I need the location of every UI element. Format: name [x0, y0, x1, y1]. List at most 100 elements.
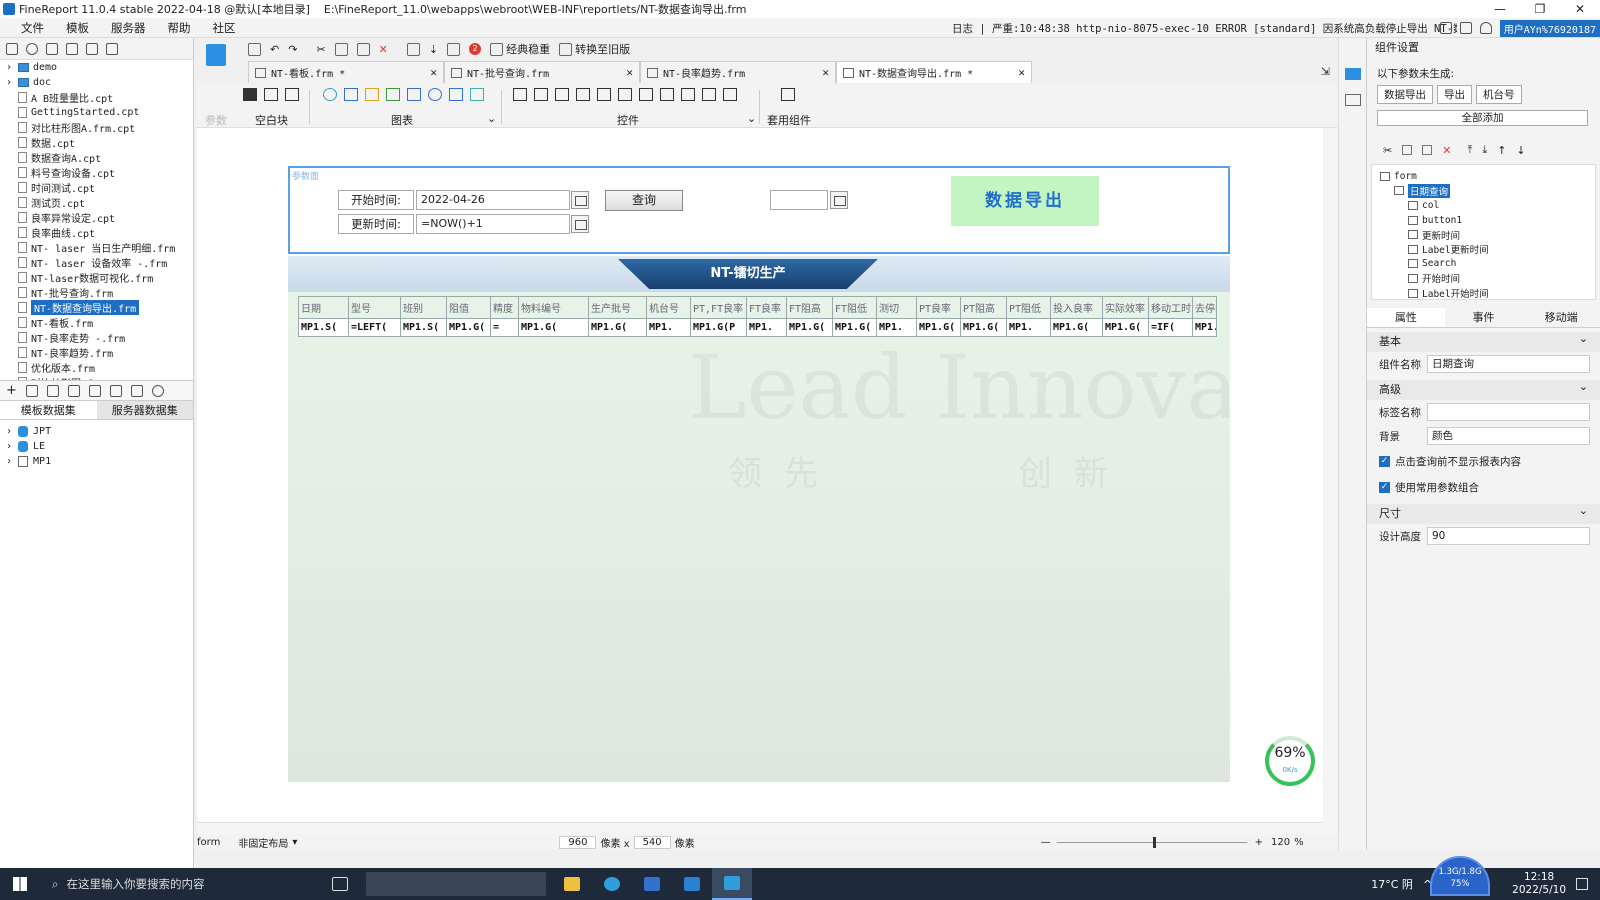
convert-old-button[interactable]: 转换至旧版 [559, 41, 630, 57]
tab-block-icon[interactable] [264, 88, 278, 101]
pie-chart-icon[interactable] [323, 88, 337, 101]
report-block[interactable]: Lead Innovation 领 先 创 新 NT-镭切生产 日期型号班别阻值… [288, 256, 1230, 782]
mail-app[interactable] [672, 868, 712, 900]
move-top-icon[interactable]: ⤒ [1467, 143, 1472, 157]
update-time-label[interactable]: 更新时间: [338, 214, 414, 234]
layout-select[interactable]: 非固定布局 [238, 835, 288, 850]
tree-node[interactable]: form [1372, 169, 1595, 184]
preview-icon[interactable] [447, 42, 461, 56]
formula-cell[interactable]: MP1.G( [1102, 318, 1149, 337]
calendar-icon[interactable] [571, 215, 589, 233]
formula-cell[interactable]: MP1.G( [446, 318, 491, 337]
dataset-item[interactable]: › LE [0, 439, 193, 454]
header-cell[interactable]: FT良率 [746, 296, 787, 319]
cut-icon[interactable]: ✂ [1383, 144, 1392, 157]
textarea-icon[interactable] [660, 88, 674, 101]
menu-community[interactable]: 社区 [202, 20, 247, 36]
file-item[interactable]: NT- laser 当日生产明细.frm [0, 240, 193, 255]
width-input[interactable]: 960 [559, 835, 597, 849]
textbox-icon[interactable] [513, 88, 527, 101]
tab-properties[interactable]: 属性 [1367, 308, 1445, 327]
formula-cell[interactable]: =LEFT( [348, 318, 401, 337]
pending-param-button[interactable]: 机台号 [1476, 85, 1522, 104]
zoom-in-icon[interactable]: + [1255, 837, 1263, 848]
design-height-input[interactable]: 90 [1427, 527, 1590, 545]
menu-template[interactable]: 模板 [55, 20, 100, 36]
widget-icon[interactable] [406, 42, 420, 56]
formula-cell[interactable]: MP1. [876, 318, 917, 337]
refresh-icon[interactable] [26, 42, 38, 55]
clock[interactable]: 12:18 2022/5/10 [1512, 871, 1566, 897]
gauge-chart-icon[interactable] [428, 88, 442, 101]
file-item[interactable]: 数据.cpt [0, 135, 193, 150]
file-item[interactable]: NT-良率走势 -.frm [0, 330, 193, 345]
file-item[interactable]: NT-看板.frm [0, 315, 193, 330]
checkbox-row[interactable]: ✓ 点击查询前不显示报表内容 [1367, 448, 1600, 474]
move-down-icon[interactable]: ↓ [1516, 144, 1525, 157]
checkbox-row[interactable]: ✓ 使用常用参数组合 [1367, 474, 1600, 500]
undo-icon[interactable]: ↶ [270, 43, 279, 56]
lock-icon[interactable] [66, 42, 78, 55]
file-item[interactable]: 对比柱形图A.frm.cpt [0, 120, 193, 135]
tree-node[interactable]: Label更新时间 [1372, 242, 1595, 257]
close-icon[interactable]: ✕ [1018, 66, 1025, 79]
header-cell[interactable]: 物料编号 [518, 296, 589, 319]
tag-name-input[interactable] [1427, 403, 1590, 421]
formula-cell[interactable]: MP1.G( [518, 318, 589, 337]
header-cell[interactable]: 机台号 [646, 296, 691, 319]
template-widget-icon[interactable] [781, 88, 795, 101]
minimize-button[interactable]: — [1480, 0, 1520, 18]
header-cell[interactable]: 去停间 [1192, 296, 1217, 319]
checkbox-checked-icon[interactable]: ✓ [1379, 455, 1390, 467]
header-cell[interactable]: PT,FT良率 [690, 296, 747, 319]
tree-node[interactable]: Label开始时间 [1372, 286, 1595, 301]
trash-icon[interactable] [46, 384, 59, 397]
hbar-chart-icon[interactable] [365, 88, 379, 101]
tab-item[interactable]: NT-看板.frm * ✕ [248, 61, 444, 83]
line-chart-icon[interactable] [386, 88, 400, 101]
edit-icon[interactable] [25, 384, 38, 397]
taskbar-search-box[interactable] [366, 872, 546, 896]
tab-item[interactable]: NT-批号查询.frm ✕ [444, 61, 640, 83]
header-cell[interactable]: 测切 [876, 296, 917, 319]
file-item[interactable]: NT-数据查询导出.frm [0, 300, 193, 315]
date-icon[interactable] [618, 88, 632, 101]
expand-icon[interactable]: › [6, 62, 18, 73]
file-item[interactable]: 优化版本.frm [0, 360, 193, 375]
dropdown-icon[interactable] [597, 88, 611, 101]
delete-icon[interactable]: ✕ [1442, 144, 1451, 157]
formula-cell[interactable]: =IF( [1148, 318, 1193, 337]
pending-param-button[interactable]: 数据导出 [1377, 85, 1433, 104]
component-settings-icon[interactable] [1345, 68, 1361, 80]
start-button[interactable] [0, 868, 40, 900]
preview-icon[interactable] [67, 384, 80, 397]
new-folder-icon[interactable] [6, 42, 18, 55]
checkbox-checked-icon[interactable]: ✓ [1379, 481, 1390, 493]
explorer-app[interactable] [552, 868, 592, 900]
background-select[interactable]: 颜色 [1427, 427, 1590, 445]
tree-node[interactable]: 开始时间 [1372, 271, 1595, 286]
open-icon[interactable] [46, 42, 58, 55]
radar-chart-icon[interactable] [449, 88, 463, 101]
restore-button[interactable]: ❐ [1520, 0, 1560, 18]
section-basic[interactable]: 基本 [1367, 329, 1600, 352]
table-icon[interactable] [88, 384, 101, 397]
task-view-button[interactable] [320, 868, 360, 900]
bar-chart-icon[interactable] [344, 88, 358, 101]
add-all-button[interactable]: 全部添加 [1377, 110, 1588, 126]
formula-cell[interactable]: MP1.S( [400, 318, 447, 337]
formula-cell[interactable]: MP1.G( [588, 318, 647, 337]
calendar-icon[interactable] [830, 191, 848, 209]
header-cell[interactable]: 日期 [298, 296, 349, 319]
tab-template-datasets[interactable]: 模板数据集 [0, 401, 97, 419]
update-time-input[interactable]: =NOW()+1 [416, 214, 570, 234]
section-size[interactable]: 尺寸 [1367, 501, 1600, 524]
fold-icon[interactable]: ⇣ [429, 43, 438, 56]
search-icon[interactable] [151, 384, 164, 397]
chevron-down-icon[interactable]: ▾ [292, 837, 297, 848]
redo-icon[interactable]: ↷ [288, 43, 297, 56]
parameter-panel[interactable]: 参数面 开始时间: 2022-04-26 查询 更新时间: =NOW()+1 数… [288, 166, 1230, 254]
bell-icon[interactable] [1479, 22, 1492, 34]
chevron-down-icon[interactable]: ⌄ [747, 112, 756, 125]
formula-cell[interactable]: = [490, 318, 519, 337]
